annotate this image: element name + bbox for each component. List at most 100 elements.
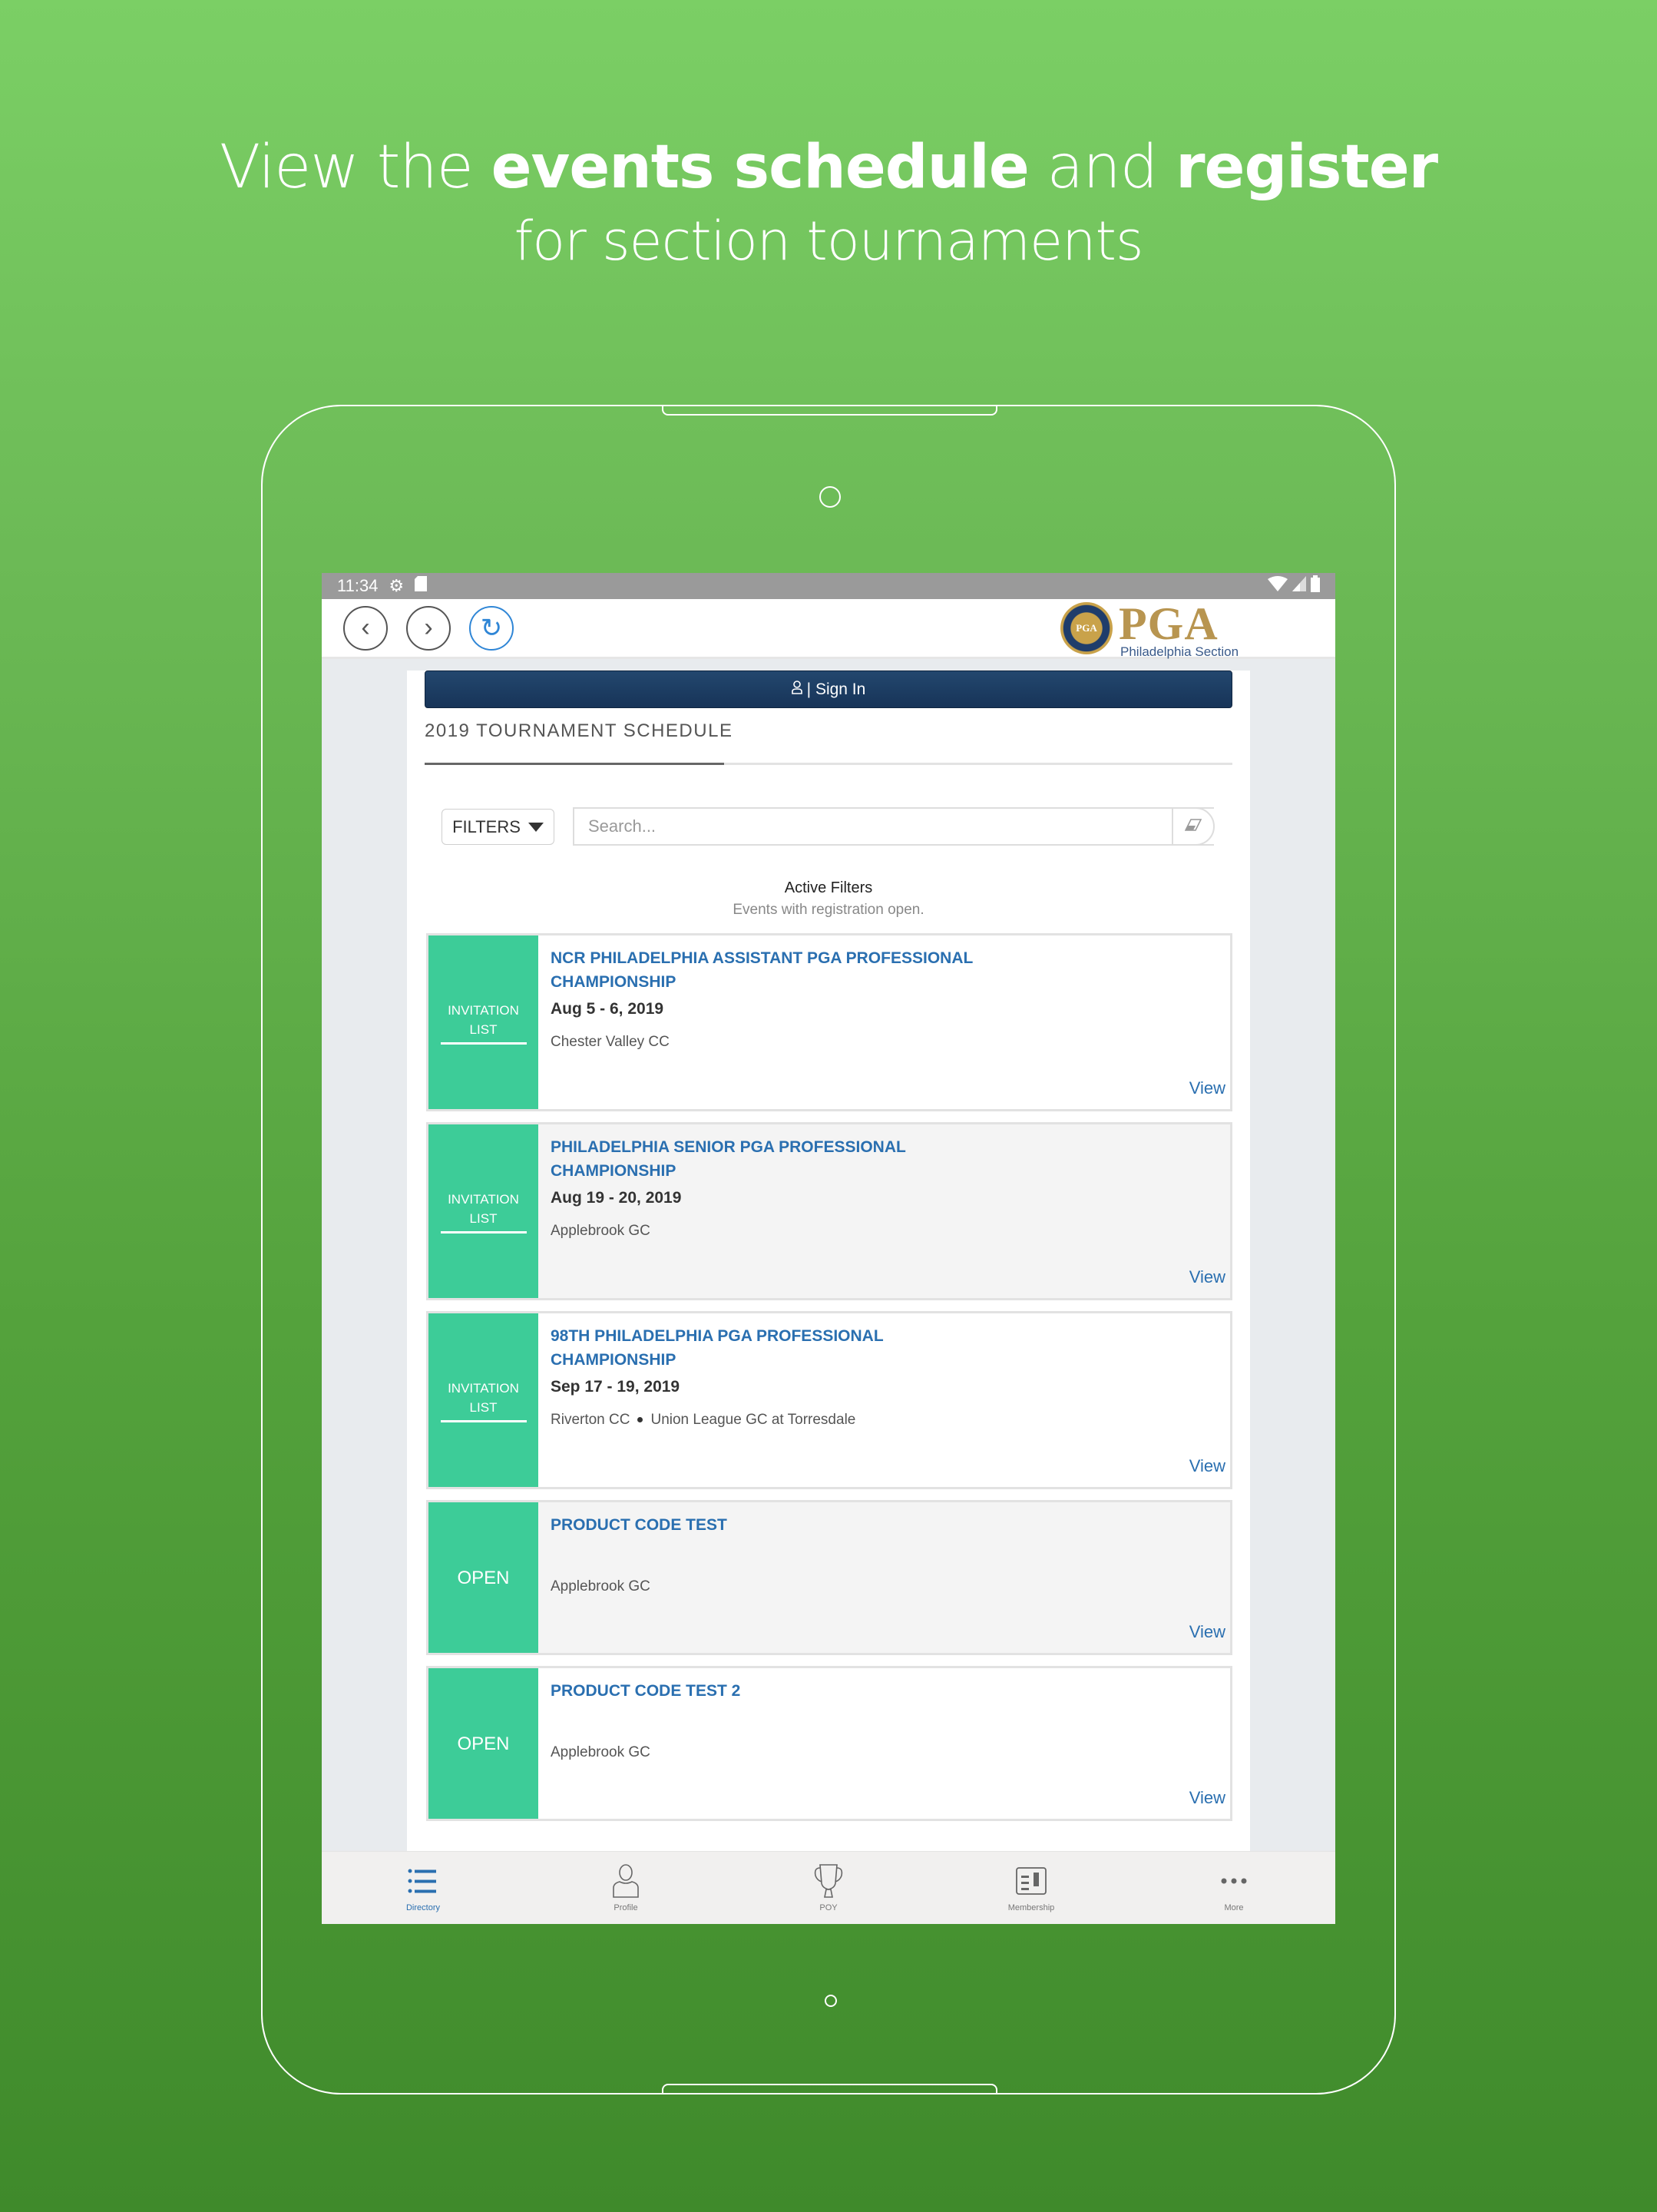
event-card[interactable]: OPEN PRODUCT CODE TEST 2 Applebrook GC V… <box>426 1666 1232 1821</box>
sign-in-label: | Sign In <box>806 680 866 698</box>
venue-name: Riverton CC <box>551 1412 630 1428</box>
badge-text: LIST <box>469 1399 498 1415</box>
status-badge: INVITATION LIST <box>428 1124 538 1298</box>
sign-in-button[interactable]: | Sign In <box>425 671 1232 708</box>
event-date: Aug 5 - 6, 2019 <box>551 1000 664 1018</box>
status-badge: INVITATION LIST <box>428 1313 538 1487</box>
badge-text: LIST <box>469 1022 498 1037</box>
browser-nav-bar: ‹ › ↻ PGA PGA Philadelphia Section <box>322 599 1335 659</box>
status-bar: 11:34 ⚙ <box>322 573 1335 599</box>
title-underline-active <box>425 763 724 765</box>
view-link[interactable]: View <box>1189 1622 1225 1642</box>
tab-directory[interactable]: Directory <box>322 1852 524 1924</box>
chevron-left-icon: ‹ <box>361 613 370 642</box>
tab-poy[interactable]: POY <box>727 1852 930 1924</box>
headline-text: View the <box>219 133 491 202</box>
venue-name: Applebrook GC <box>551 1223 650 1239</box>
eraser-icon <box>1184 818 1202 836</box>
search-field[interactable] <box>573 807 1214 846</box>
tab-label: More <box>1224 1903 1244 1912</box>
logo-subtitle: Philadelphia Section <box>1120 644 1239 659</box>
forward-button[interactable]: › <box>406 605 451 651</box>
trophy-icon <box>814 1864 843 1898</box>
tablet-bottom-button <box>662 2084 997 2094</box>
user-icon <box>791 680 802 699</box>
clear-search-button[interactable] <box>1172 807 1215 846</box>
event-venue: Chester Valley CC <box>551 1034 1218 1051</box>
event-card[interactable]: INVITATION LIST 98TH PHILADELPHIA PGA PR… <box>426 1311 1232 1489</box>
more-dots-icon <box>1221 1878 1247 1884</box>
venue-name: Chester Valley CC <box>551 1034 670 1050</box>
event-venue: Applebrook GC <box>551 1744 1218 1761</box>
status-badge: OPEN <box>428 1668 538 1819</box>
event-title[interactable]: NCR PHILADELPHIA ASSISTANT PGA PROFESSIO… <box>551 946 1011 994</box>
event-date: Sep 17 - 19, 2019 <box>551 1378 680 1396</box>
event-card[interactable]: INVITATION LIST PHILADELPHIA SENIOR PGA … <box>426 1122 1232 1300</box>
view-link[interactable]: View <box>1189 1267 1225 1287</box>
tab-label: Membership <box>1007 1903 1055 1912</box>
tab-profile[interactable]: Profile <box>524 1852 727 1924</box>
event-venue: Riverton CC Union League GC at Torresdale <box>551 1412 1218 1429</box>
headline-bold-text: events schedule <box>491 133 1030 202</box>
filters-dropdown[interactable]: FILTERS <box>442 809 554 845</box>
event-date: Aug 19 - 20, 2019 <box>551 1189 682 1207</box>
tab-label: Profile <box>614 1903 638 1912</box>
sd-card-icon <box>415 576 428 596</box>
app-screen: 11:34 ⚙ ‹ › ↻ PGA PGA Philadelphia Secti… <box>322 573 1335 1924</box>
tab-membership[interactable]: Membership <box>930 1852 1133 1924</box>
list-icon <box>408 1869 436 1893</box>
search-input[interactable] <box>588 816 1214 836</box>
filters-label: FILTERS <box>452 816 521 836</box>
badge-underline <box>440 1419 527 1422</box>
marketing-headline: View the events schedule and register fo… <box>0 131 1657 278</box>
person-icon <box>613 1864 639 1898</box>
active-filters-title: Active Filters <box>784 879 873 896</box>
title-underline <box>425 763 1232 765</box>
badge-text: OPEN <box>457 1567 510 1588</box>
refresh-button[interactable]: ↻ <box>469 605 514 651</box>
logo-wordmark: PGA <box>1119 598 1219 649</box>
event-venue: Applebrook GC <box>551 1223 1218 1240</box>
seal-text: PGA <box>1076 622 1097 634</box>
headline-text: and <box>1028 133 1176 202</box>
badge-text: OPEN <box>457 1733 510 1754</box>
schedule-content: | Sign In 2019 TOURNAMENT SCHEDULE FILTE… <box>407 671 1250 1851</box>
event-title[interactable]: PRODUCT CODE TEST <box>551 1513 1011 1537</box>
event-card[interactable]: OPEN PRODUCT CODE TEST Applebrook GC Vie… <box>426 1500 1232 1655</box>
status-badge: OPEN <box>428 1502 538 1653</box>
venue-name: Applebrook GC <box>551 1578 650 1594</box>
tab-more[interactable]: More <box>1133 1852 1335 1924</box>
event-title[interactable]: PRODUCT CODE TEST 2 <box>551 1679 1011 1703</box>
gear-icon: ⚙ <box>389 576 405 595</box>
badge-underline <box>440 1041 527 1045</box>
wifi-icon <box>1268 576 1288 596</box>
status-badge: INVITATION LIST <box>428 935 538 1109</box>
chevron-right-icon: › <box>424 613 433 642</box>
view-link[interactable]: View <box>1189 1078 1225 1098</box>
back-button[interactable]: ‹ <box>343 605 388 651</box>
event-card[interactable]: INVITATION LIST NCR PHILADELPHIA ASSISTA… <box>426 933 1232 1111</box>
badge-text: INVITATION <box>448 1002 519 1018</box>
tablet-camera <box>819 486 841 508</box>
battery-icon <box>1311 575 1320 597</box>
tablet-sensor <box>825 1995 837 2007</box>
headline-subline: for section tournaments <box>514 210 1144 273</box>
badge-text: INVITATION <box>448 1191 519 1207</box>
bullet-separator <box>637 1417 643 1423</box>
tab-label: POY <box>819 1903 838 1912</box>
event-title[interactable]: PHILADELPHIA SENIOR PGA PROFESSIONAL CHA… <box>551 1135 1011 1183</box>
pga-logo[interactable]: PGA PGA Philadelphia Section <box>1060 598 1239 659</box>
caret-down-icon <box>528 822 544 832</box>
headline-bold-text: register <box>1176 133 1438 202</box>
page-title: 2019 TOURNAMENT SCHEDULE <box>425 720 733 741</box>
venue-name: Union League GC at Torresdale <box>650 1412 856 1428</box>
membership-card-icon <box>1016 1867 1047 1895</box>
status-time: 11:34 <box>337 576 379 595</box>
event-title[interactable]: 98TH PHILADELPHIA PGA PROFESSIONAL CHAMP… <box>551 1324 1011 1372</box>
event-venue: Applebrook GC <box>551 1578 1218 1595</box>
view-link[interactable]: View <box>1189 1788 1225 1808</box>
badge-text: INVITATION <box>448 1380 519 1396</box>
refresh-icon: ↻ <box>480 613 503 643</box>
view-link[interactable]: View <box>1189 1456 1225 1476</box>
pga-seal-icon: PGA <box>1060 602 1113 654</box>
